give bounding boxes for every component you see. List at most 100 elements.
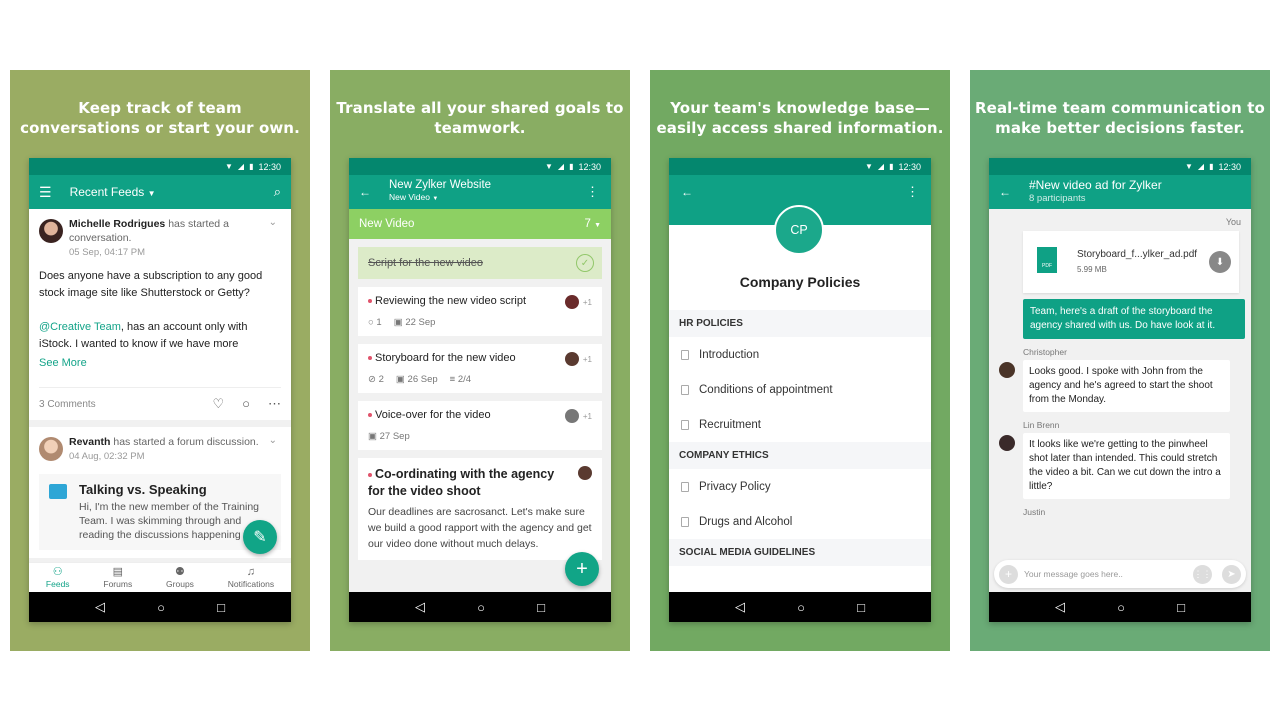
group-count: 7	[584, 218, 591, 230]
post-action: has started a forum discussion.	[113, 436, 259, 448]
back-arrow-icon[interactable]: ←	[681, 185, 693, 199]
recents-nav-icon[interactable]: □	[537, 600, 545, 615]
tab-notifications[interactable]: ♫ Notifications	[228, 563, 274, 592]
back-nav-icon[interactable]: ◁	[415, 599, 425, 615]
overflow-menu-icon[interactable]: ⋮	[586, 184, 599, 200]
task-item[interactable]: Reviewing the new video script +1 ○ 1 ▣ …	[358, 287, 602, 336]
wifi-icon: ▼	[224, 162, 233, 171]
tagline: Your team's knowledge base— easily acces…	[650, 98, 950, 138]
avatar	[564, 409, 579, 423]
comment-icon: ○	[368, 317, 374, 328]
article-list: HR POLICIES Introduction Conditions of a…	[669, 310, 931, 592]
appbar-titles[interactable]: New Zylker Website New Video ▼	[389, 179, 491, 205]
post-author[interactable]: Revanth	[69, 436, 110, 448]
post-time: 04 Aug, 02:32 PM	[69, 451, 145, 462]
attachment-icon: ⊘	[368, 374, 376, 385]
article-item[interactable]: Drugs and Alcohol	[669, 504, 931, 539]
checklist-icon: ≡	[449, 374, 456, 385]
recents-nav-icon[interactable]: □	[217, 600, 225, 615]
tab-forums[interactable]: ▤ Forums	[103, 563, 132, 592]
back-nav-icon[interactable]: ◁	[1055, 599, 1065, 615]
appbar-title: New Zylker Website	[389, 179, 492, 191]
task-item[interactable]: Script for the new video ✓	[358, 247, 602, 279]
bell-icon: ♫	[246, 566, 256, 578]
search-icon[interactable]: ⌕	[274, 184, 281, 200]
app-bar: ← #New video ad for Zylker 8 participant…	[989, 175, 1251, 209]
task-item[interactable]: Co-ordinating with the agency for the vi…	[358, 458, 602, 560]
back-nav-icon[interactable]: ◁	[735, 599, 745, 615]
feed-selector[interactable]: Recent Feeds ▼	[70, 185, 156, 199]
tab-groups[interactable]: ⚉ Groups	[166, 563, 194, 592]
signal-icon: ◢	[237, 162, 245, 171]
avatar	[564, 352, 579, 366]
recents-nav-icon[interactable]: □	[857, 600, 865, 615]
comment-icon[interactable]: ○	[242, 396, 250, 412]
see-more-link[interactable]: See More	[39, 357, 281, 369]
task-title: Storyboard for the new video	[375, 352, 516, 364]
overflow-menu-icon[interactable]: ⋮	[906, 184, 919, 200]
channel-info[interactable]: #New video ad for Zylker 8 participants	[1029, 178, 1162, 206]
home-nav-icon[interactable]: ○	[157, 600, 165, 615]
compose-button[interactable]: ✎	[243, 520, 277, 554]
home-nav-icon[interactable]: ○	[477, 600, 485, 615]
comment-count: 1	[376, 317, 382, 328]
back-arrow-icon[interactable]: ←	[999, 185, 1011, 199]
section-header[interactable]: SOCIAL MEDIA GUIDELINES	[669, 539, 931, 566]
feed-post[interactable]: ⌄ Michelle Rodrigues has started a conve…	[29, 209, 291, 420]
task-item[interactable]: Voice-over for the video +1 ▣ 27 Sep	[358, 401, 602, 450]
tagline: Real-time team communication to make bet…	[970, 98, 1270, 138]
recents-nav-icon[interactable]: □	[1177, 600, 1185, 615]
grid-icon[interactable]: ⋮⋮	[1193, 564, 1212, 584]
due-date: 27 Sep	[379, 431, 410, 442]
task-meta: ⊘ 2 ▣ 26 Sep ≡ 2/4	[368, 374, 592, 385]
home-nav-icon[interactable]: ○	[1117, 600, 1125, 615]
add-task-button[interactable]: +	[565, 552, 599, 586]
send-icon[interactable]: ➤	[1222, 564, 1241, 584]
task-title: Script for the new video	[368, 257, 483, 269]
chevron-down-icon[interactable]: ⌄	[269, 217, 277, 228]
hamburger-menu-icon[interactable]: ☰	[39, 184, 52, 201]
task-title: Co-ordinating with the agency for the vi…	[368, 467, 555, 498]
task-item[interactable]: Storyboard for the new video +1 ⊘ 2 ▣ 26…	[358, 344, 602, 393]
mention-link[interactable]: @Creative Team	[39, 321, 121, 333]
tab-feeds[interactable]: ⚇ Feeds	[46, 563, 70, 592]
add-attachment-icon[interactable]: +	[999, 564, 1018, 584]
like-icon[interactable]: ♡	[212, 396, 224, 412]
article-item[interactable]: Conditions of appointment	[669, 372, 931, 407]
home-nav-icon[interactable]: ○	[797, 600, 805, 615]
tagline-line: teamwork.	[434, 119, 526, 137]
checklist-progress: 2/4	[457, 374, 472, 385]
forums-icon: ▤	[112, 566, 123, 578]
file-size: 5.99 MB	[1077, 265, 1107, 274]
wifi-icon: ▼	[1184, 162, 1193, 171]
section-header[interactable]: HR POLICIES	[669, 310, 931, 337]
pdf-file-icon: PDF	[1037, 247, 1057, 273]
article-item[interactable]: Recruitment	[669, 407, 931, 442]
file-attachment[interactable]: PDF Storyboard_f...ylker_ad.pdf 5.99 MB …	[1023, 231, 1239, 293]
clock: 12:30	[578, 161, 601, 172]
section-header[interactable]: COMPANY ETHICS	[669, 442, 931, 469]
priority-dot	[368, 472, 372, 477]
comments-count[interactable]: 3 Comments	[39, 399, 96, 410]
message-row: It looks like we're getting to the pinwh…	[995, 433, 1245, 499]
android-nav-bar: ◁ ○ □	[349, 592, 611, 622]
more-icon[interactable]: ⋯	[268, 396, 281, 412]
download-icon[interactable]: ⬇	[1209, 251, 1231, 273]
back-nav-icon[interactable]: ◁	[95, 599, 105, 615]
tab-label: Notifications	[227, 579, 275, 589]
document-icon	[681, 384, 689, 395]
tab-label: Forums	[103, 579, 133, 589]
file-type: PDF	[1042, 263, 1052, 269]
message-input[interactable]: Your message goes here..	[1024, 569, 1193, 579]
task-group-header[interactable]: New Video 7 ▼	[349, 209, 611, 239]
article-item[interactable]: Introduction	[669, 337, 931, 372]
post-author[interactable]: Michelle Rodrigues	[69, 218, 165, 230]
article-item[interactable]: Privacy Policy	[669, 469, 931, 504]
chevron-down-icon[interactable]: ⌄	[269, 435, 277, 446]
clock: 12:30	[1218, 161, 1241, 172]
check-circle-icon[interactable]: ✓	[576, 254, 594, 272]
avatar	[39, 219, 63, 243]
calendar-icon: ▣	[395, 374, 405, 385]
back-arrow-icon[interactable]: ←	[359, 185, 371, 199]
signal-icon: ◢	[557, 162, 565, 171]
